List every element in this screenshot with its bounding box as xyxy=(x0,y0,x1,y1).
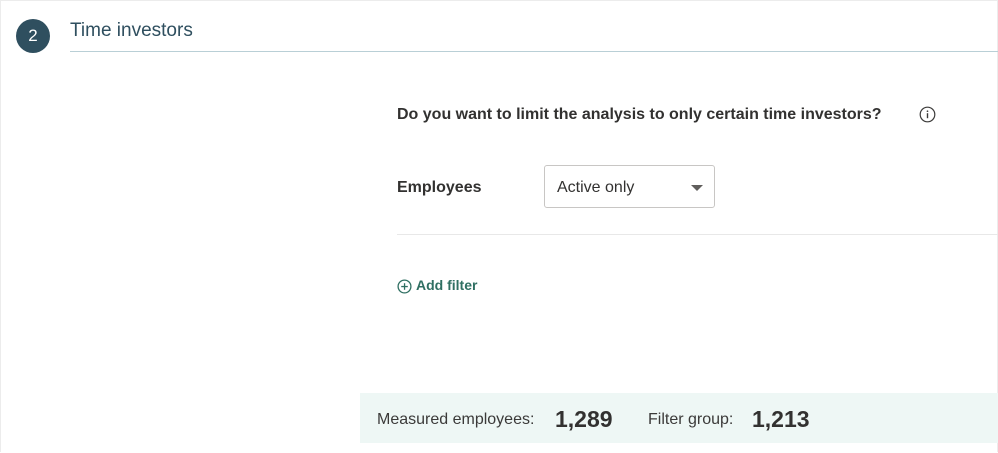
add-filter-link[interactable]: Add filter xyxy=(397,276,477,294)
summary-bar: Measured employees: 1,289 Filter group: … xyxy=(360,393,998,443)
time-investors-panel: 2 Time investors Do you want to limit th… xyxy=(0,0,998,453)
employees-dropdown-value: Active only xyxy=(557,179,635,196)
panel-border xyxy=(0,0,998,452)
step-number-badge: 2 xyxy=(16,19,50,53)
employees-label: Employees xyxy=(397,179,482,196)
chevron-down-icon xyxy=(691,185,703,191)
filter-group-label: Filter group: xyxy=(648,411,734,428)
step-divider xyxy=(70,51,998,52)
filter-group-value: 1,213 xyxy=(752,406,810,432)
section-divider xyxy=(397,234,998,235)
info-circle-icon[interactable] xyxy=(919,106,936,123)
add-filter-label: Add filter xyxy=(416,277,478,293)
step-title: Time investors xyxy=(70,20,193,41)
plus-circle-icon xyxy=(397,278,412,294)
measured-employees-label: Measured employees: xyxy=(377,411,535,428)
employees-dropdown[interactable]: Active only xyxy=(544,165,715,208)
question-text: Do you want to limit the analysis to onl… xyxy=(397,106,882,123)
measured-employees-value: 1,289 xyxy=(555,406,613,432)
